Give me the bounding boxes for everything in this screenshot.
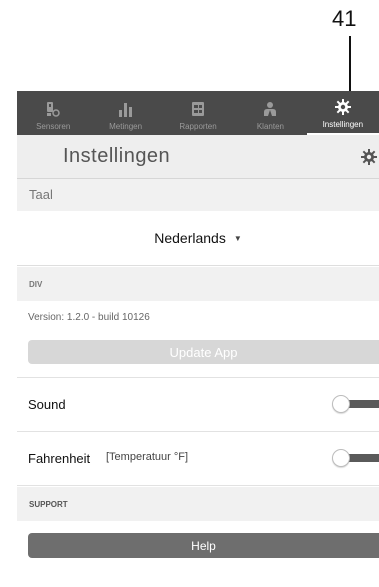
users-icon bbox=[262, 101, 278, 117]
gear-icon[interactable] bbox=[361, 149, 377, 165]
caret-down-icon: ▼ bbox=[233, 233, 242, 243]
version-text: Version: 1.2.0 - build 10126 bbox=[28, 312, 150, 323]
tab-klanten[interactable]: Klanten bbox=[234, 91, 306, 135]
tab-metingen[interactable]: Metingen bbox=[89, 91, 161, 135]
tab-label: Klanten bbox=[256, 122, 284, 131]
bar-chart-icon bbox=[118, 101, 134, 117]
support-section-header: SUPPORT bbox=[17, 487, 379, 521]
tab-instellingen[interactable]: Instellingen bbox=[306, 91, 379, 135]
toggle-knob bbox=[332, 449, 350, 467]
callout-number: 41 bbox=[332, 6, 357, 31]
language-value: Nederlands bbox=[154, 230, 226, 246]
title-bar: Instellingen bbox=[17, 135, 379, 179]
tab-label: Rapporten bbox=[179, 122, 217, 131]
toggle-knob bbox=[332, 395, 350, 413]
tab-sensoren[interactable]: Sensoren bbox=[17, 91, 89, 135]
sound-toggle[interactable] bbox=[332, 395, 379, 413]
fahrenheit-setting-row: Fahrenheit [Temperatuur °F] bbox=[17, 432, 379, 486]
sensor-icon bbox=[45, 101, 61, 117]
sound-setting-row: Sound bbox=[17, 377, 379, 432]
page-title: Instellingen bbox=[63, 145, 171, 167]
bottom-tab-bar: Sensoren Metingen Rapporten Klanten Inst… bbox=[17, 91, 379, 135]
callout-line bbox=[349, 36, 351, 94]
language-section-header: Taal bbox=[17, 179, 379, 211]
update-app-button[interactable]: Update App bbox=[28, 340, 379, 364]
div-section-header: DIV bbox=[17, 267, 379, 301]
fahrenheit-label: Fahrenheit bbox=[28, 451, 91, 466]
fahrenheit-sublabel: [Temperatuur °F] bbox=[106, 451, 189, 463]
tab-rapporten[interactable]: Rapporten bbox=[162, 91, 234, 135]
report-icon bbox=[190, 101, 206, 117]
tab-label: Instellingen bbox=[322, 120, 364, 129]
fahrenheit-toggle[interactable] bbox=[332, 449, 379, 467]
gear-icon bbox=[334, 99, 351, 115]
language-select[interactable]: Nederlands ▼ bbox=[17, 211, 379, 266]
sound-label: Sound bbox=[28, 397, 66, 412]
tab-label: Metingen bbox=[109, 122, 143, 131]
tab-label: Sensoren bbox=[36, 122, 71, 131]
help-button[interactable]: Help bbox=[28, 533, 379, 558]
